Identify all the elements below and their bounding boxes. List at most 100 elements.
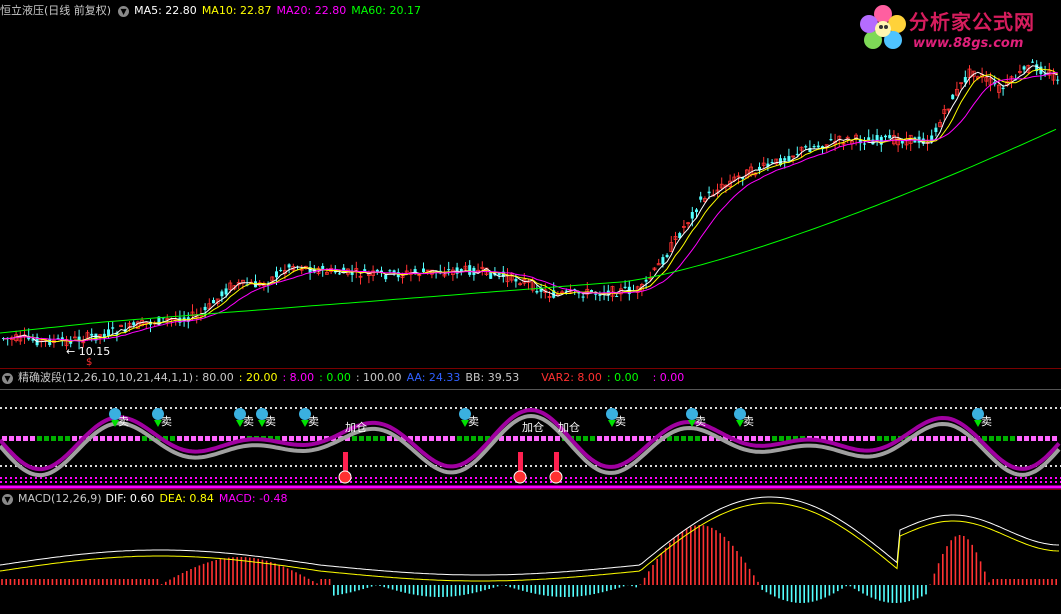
band-block [212, 436, 217, 441]
band-block [877, 436, 882, 441]
band-block [989, 436, 994, 441]
band-block [513, 436, 518, 441]
band-block [527, 436, 532, 441]
candle-body [690, 212, 694, 219]
indicator-value-var2: VAR2: 8.00 [541, 371, 602, 384]
chevron-down-icon[interactable]: ▼ [2, 493, 13, 505]
candle-body [594, 293, 598, 295]
band-block [282, 436, 287, 441]
ma5-line [3, 65, 1058, 343]
candle-body [770, 162, 774, 164]
band-block [9, 436, 14, 441]
band-block [387, 436, 392, 441]
ma20-line [3, 72, 1058, 342]
band-block [1024, 436, 1029, 441]
band-block [856, 436, 861, 441]
band-block [121, 436, 126, 441]
candle-body [804, 146, 808, 148]
band-block [702, 436, 707, 441]
band-block [933, 436, 938, 441]
band-block [436, 436, 441, 441]
candle-body [888, 135, 892, 139]
band-block [695, 436, 700, 441]
band-block [576, 436, 581, 441]
flower-icon [860, 5, 906, 49]
band-block [765, 436, 770, 441]
candle-body [338, 273, 341, 275]
band-block [1052, 436, 1057, 441]
ma10-line [3, 68, 1058, 343]
band-block [100, 436, 105, 441]
band-block [779, 436, 784, 441]
macd-panel-header: ▼ MACD(12,26,9) DIF: 0.60 DEA: 0.84 MACD: -0… [0, 491, 293, 507]
indicator-value-1: : 80.00 [195, 371, 234, 384]
band-block [72, 436, 77, 441]
add-position-label: 加仓 [558, 420, 580, 434]
candle-body [1001, 87, 1005, 90]
band-block [429, 436, 434, 441]
panel-divider [0, 489, 1061, 490]
band-block [520, 436, 525, 441]
sell-label: 卖 [161, 415, 172, 428]
candle-body [279, 269, 283, 271]
sell-label: 卖 [118, 415, 129, 428]
band-block [1017, 436, 1022, 441]
add-position-bar [343, 452, 348, 472]
candle-body [107, 329, 110, 337]
band-block [835, 436, 840, 441]
band-block [926, 436, 931, 441]
band-block [884, 436, 889, 441]
candle-body [871, 139, 875, 145]
band-block [373, 436, 378, 441]
candle-body [665, 254, 669, 258]
band-block [611, 436, 616, 441]
candle-body [661, 257, 665, 265]
band-block [863, 436, 868, 441]
candle-body [1022, 66, 1026, 70]
band-block [583, 436, 588, 441]
candle-body [787, 156, 791, 162]
sell-label: 卖 [743, 415, 754, 428]
band-block [226, 436, 231, 441]
candle-body [951, 94, 955, 100]
band-block [37, 436, 42, 441]
candle-body [1031, 61, 1034, 63]
stock-chart-canvas[interactable]: 卖卖卖卖卖卖卖卖卖卖加仓 加仓 加仓 [0, 0, 1061, 614]
candle-body [535, 290, 539, 293]
band-block [919, 436, 924, 441]
band-block [541, 436, 546, 441]
candle-body [707, 191, 711, 194]
candle-body [384, 275, 388, 280]
candle-body [132, 322, 136, 326]
band-block [380, 436, 385, 441]
candle-body [422, 268, 425, 273]
candle-body [863, 143, 866, 145]
band-block [450, 436, 455, 441]
dollar-marker: $ [86, 357, 93, 368]
chevron-down-icon[interactable]: ▼ [2, 372, 13, 384]
site-logo: 分析家公式网 www.88gs.com [857, 0, 1057, 58]
band-block [1031, 436, 1036, 441]
band-block [751, 436, 756, 441]
candle-body [884, 135, 887, 138]
add-position-icon [338, 470, 352, 484]
band-block [464, 436, 469, 441]
candle-body [321, 265, 325, 269]
candle-body [224, 288, 228, 295]
band-block [23, 436, 28, 441]
indicator-value-aa: AA: 24.33 [406, 371, 461, 384]
band-block [961, 436, 966, 441]
band-block [625, 436, 630, 441]
candle-body [111, 327, 115, 329]
candle-body [615, 296, 619, 298]
candle-body [623, 286, 627, 288]
band-block [65, 436, 70, 441]
band-block [142, 436, 147, 441]
add-position-icon [513, 470, 527, 484]
add-position-label: 加仓 [345, 420, 367, 434]
indicator-value-5: : 100.00 [355, 371, 402, 384]
band-block [758, 436, 763, 441]
candle-body [497, 273, 501, 276]
band-block [205, 436, 210, 441]
add-position-icon [549, 470, 563, 484]
